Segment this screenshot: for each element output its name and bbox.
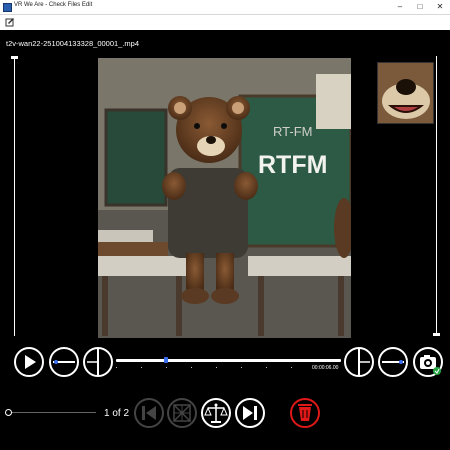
slider-handle[interactable] bbox=[11, 56, 18, 59]
split-right-icon[interactable] bbox=[343, 346, 375, 378]
split-left-icon[interactable] bbox=[82, 346, 114, 378]
file-name-label: t2v-wan22-251004133328_00001_.mp4 bbox=[6, 39, 140, 48]
file-edit-icon[interactable] bbox=[5, 17, 15, 27]
board-text-large: RTFM bbox=[258, 151, 327, 179]
left-vertical-slider[interactable] bbox=[11, 56, 18, 336]
menu-bar bbox=[0, 15, 450, 30]
page-counter: 1 of 2 bbox=[104, 408, 130, 419]
zoom-slider-knob[interactable] bbox=[5, 409, 12, 416]
delete-icon[interactable] bbox=[289, 397, 321, 429]
grid-icon[interactable] bbox=[166, 397, 198, 429]
timecode-label: 00:00:06.00 bbox=[312, 365, 339, 371]
minimize-button[interactable]: – bbox=[390, 0, 410, 14]
title-bar: VR We Are - Check Files Edit – □ ✕ bbox=[0, 0, 450, 15]
balance-icon[interactable] bbox=[200, 397, 232, 429]
camera-icon[interactable] bbox=[412, 346, 444, 378]
timeline-ticks bbox=[116, 367, 341, 369]
play-icon[interactable] bbox=[13, 346, 45, 378]
video-frame[interactable]: RT-FM RTFM bbox=[98, 58, 351, 338]
video-thumbnail[interactable] bbox=[377, 62, 434, 124]
timeline-slider[interactable] bbox=[116, 357, 341, 363]
slider-handle[interactable] bbox=[433, 333, 440, 336]
close-button[interactable]: ✕ bbox=[430, 0, 450, 14]
previous-icon[interactable] bbox=[133, 397, 165, 429]
window-title: VR We Are - Check Files Edit bbox=[14, 2, 93, 8]
timeline-playhead[interactable] bbox=[163, 357, 168, 363]
next-record-icon[interactable] bbox=[377, 346, 409, 378]
zoom-slider[interactable] bbox=[5, 409, 96, 416]
board-text-small: RT-FM bbox=[273, 124, 312, 139]
maximize-button[interactable]: □ bbox=[410, 0, 430, 14]
right-vertical-slider[interactable] bbox=[433, 56, 440, 336]
prev-record-icon[interactable] bbox=[48, 346, 80, 378]
app-icon bbox=[3, 3, 12, 12]
next-icon[interactable] bbox=[234, 397, 266, 429]
